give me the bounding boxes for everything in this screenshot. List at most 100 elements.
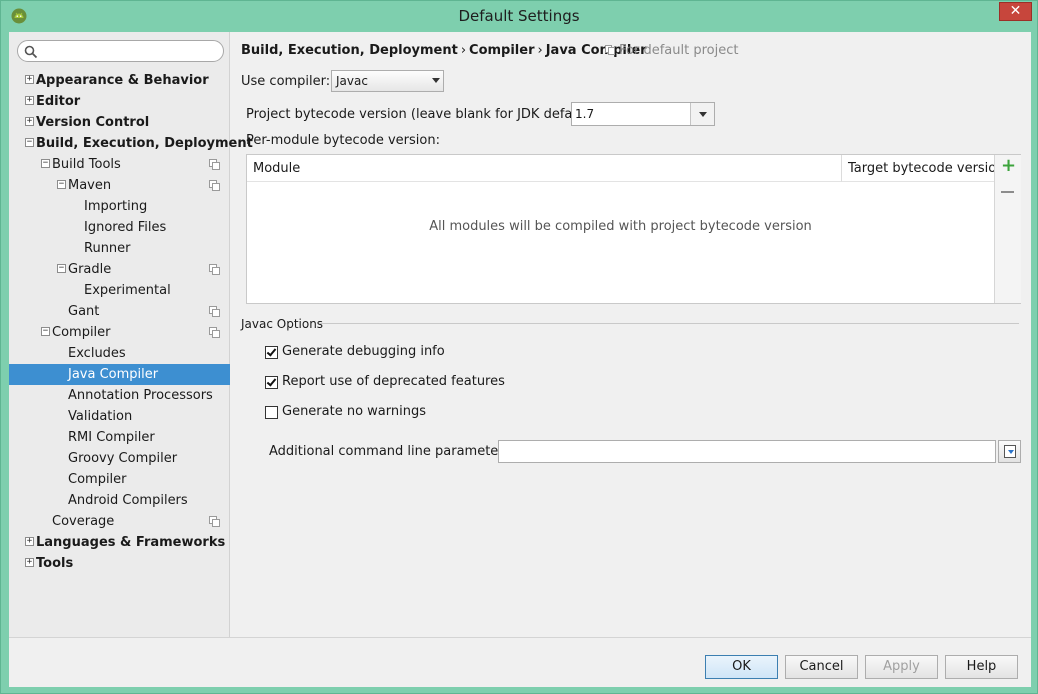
tree-item[interactable]: Runner [9, 238, 230, 259]
compiler-select[interactable]: Javac [331, 70, 444, 92]
add-icon[interactable]: + [1001, 157, 1016, 175]
tree-item-label[interactable]: Gradle [68, 259, 111, 280]
tree-item[interactable]: − Compiler [9, 322, 230, 343]
expand-icon[interactable]: + [25, 537, 34, 546]
tree-item-label[interactable]: Coverage [52, 511, 114, 532]
expand-icon[interactable]: + [25, 558, 34, 567]
cancel-button[interactable]: Cancel [785, 655, 858, 679]
collapse-icon[interactable]: − [41, 327, 50, 336]
column-header-module[interactable]: Module [247, 155, 842, 182]
javac-options-title: Javac Options [241, 317, 324, 331]
tree-item[interactable]: Groovy Compiler [9, 448, 230, 469]
breadcrumb-item[interactable]: Compiler [469, 43, 534, 58]
tree-item[interactable]: Compiler [9, 469, 230, 490]
bytecode-dropdown-button[interactable] [690, 103, 714, 125]
tree-item[interactable]: + Tools [9, 553, 230, 574]
scope-label: For default project [605, 43, 738, 58]
title-bar[interactable]: Default Settings ✕ [1, 1, 1037, 32]
tree-item[interactable]: − Maven [9, 175, 230, 196]
tree-item-label[interactable]: Groovy Compiler [68, 448, 177, 469]
tree-item[interactable]: + Editor [9, 91, 230, 112]
tree-item-label[interactable]: Validation [68, 406, 132, 427]
tree-item-label[interactable]: Experimental [84, 280, 171, 301]
collapse-icon[interactable]: − [57, 180, 66, 189]
tree-item[interactable]: + Appearance & Behavior [9, 70, 230, 91]
copy-icon [209, 264, 220, 275]
breadcrumb-separator: › [460, 43, 467, 58]
expand-icon[interactable]: + [25, 75, 34, 84]
checkmark-icon [266, 346, 277, 357]
tree-item-label[interactable]: Languages & Frameworks [36, 532, 225, 553]
tree-item[interactable]: Java Compiler [9, 364, 230, 385]
column-header-target-version[interactable]: Target bytecode version [842, 155, 1005, 182]
params-input[interactable] [498, 440, 996, 463]
collapse-icon[interactable]: − [25, 138, 34, 147]
copy-icon [209, 327, 220, 338]
tree-item[interactable]: − Build Tools [9, 154, 230, 175]
help-button[interactable]: Help [945, 655, 1018, 679]
bytecode-version-value[interactable]: 1.7 [575, 107, 594, 121]
tree-item[interactable]: Importing [9, 196, 230, 217]
params-label: Additional command line parameters: [269, 444, 515, 459]
collapse-icon[interactable]: − [41, 159, 50, 168]
checkbox-label[interactable]: Report use of deprecated features [282, 374, 505, 389]
checkbox-label[interactable]: Generate debugging info [282, 344, 445, 359]
group-divider [319, 323, 1019, 324]
expand-icon[interactable]: + [25, 117, 34, 126]
tree-item-label[interactable]: Maven [68, 175, 111, 196]
tree-item[interactable]: Experimental [9, 280, 230, 301]
tree-item[interactable]: + Languages & Frameworks [9, 532, 230, 553]
breadcrumb-item[interactable]: Build, Execution, Deployment [241, 43, 458, 58]
tree-item[interactable]: RMI Compiler [9, 427, 230, 448]
tree-item-label[interactable]: Compiler [68, 469, 127, 490]
use-compiler-label: Use compiler: [241, 74, 331, 89]
chevron-down-icon [432, 78, 440, 83]
checkbox[interactable] [265, 406, 278, 419]
settings-panel: Build, Execution, Deployment › Compiler › Ja… [231, 32, 1031, 637]
tree-item-label[interactable]: Annotation Processors [68, 385, 213, 406]
bytecode-version-combo[interactable]: 1.7 [571, 102, 715, 126]
tree-item-label[interactable]: Importing [84, 196, 147, 217]
checkbox-label[interactable]: Generate no warnings [282, 404, 426, 419]
tree-item-label[interactable]: Compiler [52, 322, 111, 343]
apply-button[interactable]: Apply [865, 655, 938, 679]
tree-item-label[interactable]: Excludes [68, 343, 126, 364]
tree-item-label[interactable]: Runner [84, 238, 131, 259]
tree-item-label[interactable]: Tools [36, 553, 73, 574]
tree-item[interactable]: Coverage [9, 511, 230, 532]
tree-item[interactable]: − Gradle [9, 259, 230, 280]
close-button[interactable]: ✕ [999, 2, 1032, 21]
tree-item-label[interactable]: Java Compiler [68, 364, 158, 385]
tree-item[interactable]: Ignored Files [9, 217, 230, 238]
remove-icon[interactable] [1001, 185, 1015, 199]
search-input[interactable] [40, 43, 220, 59]
expand-icon[interactable]: + [25, 96, 34, 105]
tree-item[interactable]: + Version Control [9, 112, 230, 133]
tree-item-label[interactable]: Appearance & Behavior [36, 70, 209, 91]
tree-item[interactable]: Validation [9, 406, 230, 427]
module-table: Module Target bytecode version All modul… [246, 154, 1021, 304]
dialog-footer: OK Cancel Apply Help [9, 637, 1031, 687]
settings-tree: + Appearance & Behavior + Editor + Version Co… [9, 70, 253, 574]
tree-item-label[interactable]: Build, Execution, Deployment [36, 133, 253, 154]
tree-item-label[interactable]: Android Compilers [68, 490, 188, 511]
copy-icon [209, 159, 220, 170]
tree-item-label[interactable]: Ignored Files [84, 217, 166, 238]
tree-item[interactable]: Android Compilers [9, 490, 230, 511]
tree-item[interactable]: Annotation Processors [9, 385, 230, 406]
tree-item-label[interactable]: Editor [36, 91, 80, 112]
checkbox[interactable] [265, 346, 278, 359]
ok-button[interactable]: OK [705, 655, 778, 679]
tree-item-label[interactable]: Version Control [36, 112, 149, 133]
tree-item[interactable]: Gant [9, 301, 230, 322]
checkbox[interactable] [265, 376, 278, 389]
table-empty-message: All modules will be compiled with projec… [429, 219, 812, 234]
tree-item-label[interactable]: RMI Compiler [68, 427, 155, 448]
tree-item-label[interactable]: Build Tools [52, 154, 121, 175]
tree-item-label[interactable]: Gant [68, 301, 99, 322]
collapse-icon[interactable]: − [57, 264, 66, 273]
tree-item[interactable]: − Build, Execution, Deployment [9, 133, 253, 154]
search-box[interactable] [17, 40, 224, 62]
tree-item[interactable]: Excludes [9, 343, 230, 364]
expand-editor-button[interactable] [998, 440, 1021, 463]
